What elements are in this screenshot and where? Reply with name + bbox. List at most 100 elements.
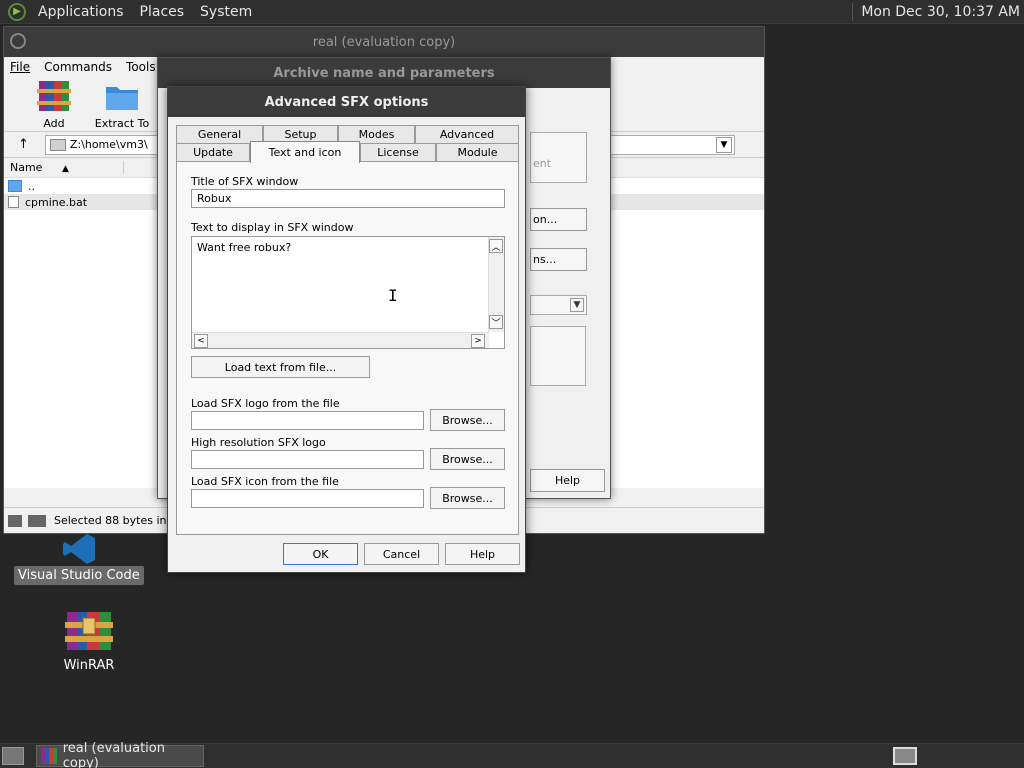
archive-help-button[interactable]: Help <box>530 469 605 492</box>
add-button[interactable]: Add <box>24 77 84 131</box>
hires-logo-label: High resolution SFX logo <box>191 436 326 449</box>
tab-update[interactable]: Update <box>176 143 250 161</box>
sfx-title-label: Title of SFX window <box>191 175 299 188</box>
sfx-titlebar[interactable]: Advanced SFX options <box>168 87 525 117</box>
show-desktop-icon[interactable] <box>2 747 24 765</box>
browse-label: Browse... <box>442 491 493 505</box>
archive-list-box <box>530 326 586 386</box>
sfx-tabs: General Setup Modes Advanced Update Text… <box>176 125 519 163</box>
bottom-taskbar: real (evaluation copy) <box>0 741 1024 768</box>
up-arrow-icon[interactable]: ↑ <box>18 137 29 152</box>
menu-system[interactable]: System <box>192 4 260 20</box>
sfx-text-area[interactable]: Want free robux? ︿ ﹀ < > <box>191 236 505 349</box>
tab-label: Modes <box>358 128 395 141</box>
archive-help-label: Help <box>554 474 581 487</box>
folder-icon <box>105 79 139 113</box>
vertical-scrollbar[interactable]: ︿ ﹀ <box>488 237 504 332</box>
cancel-label: Cancel <box>382 547 421 561</box>
menu-commands[interactable]: Commands <box>44 60 112 74</box>
file-name: .. <box>28 179 35 193</box>
file-name: cpmine.bat <box>25 195 88 209</box>
menu-places[interactable]: Places <box>132 4 193 20</box>
address-dropdown-icon[interactable]: ▼ <box>715 136 732 153</box>
desktop-icon-winrar[interactable]: WinRAR <box>58 608 120 673</box>
taskbar-window-button[interactable]: real (evaluation copy) <box>36 741 204 768</box>
menu-file[interactable]: File <box>10 60 30 74</box>
cancel-button[interactable]: Cancel <box>364 543 439 565</box>
winrar-icon <box>41 748 57 764</box>
tab-label: License <box>377 146 419 159</box>
tab-module[interactable]: Module <box>436 143 519 161</box>
add-label: Add <box>43 117 65 130</box>
clock[interactable]: Mon Dec 30, 10:37 AM <box>853 4 1024 20</box>
sfx-options-dialog: Advanced SFX options General Setup Modes… <box>167 86 526 573</box>
vscode-icon <box>59 534 99 564</box>
drive-status-icon[interactable] <box>8 514 46 527</box>
distro-logo-icon[interactable]: ▶ <box>8 2 26 21</box>
archive-option-label: ns... <box>533 253 557 266</box>
desktop-icon-vscode[interactable]: Visual Studio Code <box>14 534 144 585</box>
sfx-text-label: Text to display in SFX window <box>191 221 354 234</box>
tab-label: Text and icon <box>268 146 342 159</box>
tab-label: Advanced <box>439 128 495 141</box>
scroll-down-icon[interactable]: ﹀ <box>489 315 503 329</box>
sort-asc-icon: ▲ <box>61 164 69 174</box>
desktop-icon-label: WinRAR <box>63 658 115 673</box>
ok-button[interactable]: OK <box>283 543 358 565</box>
text-and-icon-panel: Title of SFX window Robux Text to displa… <box>176 161 519 535</box>
menu-tools[interactable]: Tools <box>126 60 156 74</box>
menu-applications[interactable]: Applications <box>30 4 132 20</box>
browse-icon-button[interactable]: Browse... <box>430 487 505 509</box>
address-text: Z:\home\vm3\ <box>69 138 148 151</box>
sfx-icon-input[interactable] <box>191 489 424 508</box>
tab-label: Update <box>193 146 233 159</box>
browse-logo-button[interactable]: Browse... <box>430 409 505 431</box>
desktop-icon-label: Visual Studio Code <box>14 566 144 585</box>
archive-option-button[interactable]: ns... <box>530 248 587 271</box>
tab-advanced[interactable]: Advanced <box>415 125 519 143</box>
archive-dialog-title: Archive name and parameters <box>273 65 495 81</box>
help-label: Help <box>469 547 496 561</box>
extract-to-button[interactable]: Extract To <box>84 77 160 131</box>
archive-select[interactable]: ▼ <box>530 295 587 315</box>
main-title: real (evaluation copy) <box>312 34 456 50</box>
browse-hires-button[interactable]: Browse... <box>430 448 505 470</box>
archive-option-button[interactable]: on... <box>530 208 587 231</box>
scroll-left-icon[interactable]: < <box>194 334 208 348</box>
taskbar-window-label: real (evaluation copy) <box>62 741 165 768</box>
text-cursor-icon: I <box>388 286 398 305</box>
add-archive-icon <box>37 79 71 113</box>
sfx-logo-label: Load SFX logo from the file <box>191 397 340 410</box>
column-name[interactable]: Name ▲ <box>4 161 124 174</box>
sfx-logo-input[interactable] <box>191 411 424 430</box>
scroll-right-icon[interactable]: > <box>471 334 485 348</box>
archive-option-text: ent <box>533 157 552 170</box>
workspace-switcher-icon[interactable] <box>893 747 917 765</box>
top-panel: ▶ Applications Places System Mon Dec 30,… <box>0 0 1024 24</box>
folder-icon <box>8 180 22 192</box>
tab-license[interactable]: License <box>360 143 436 161</box>
load-text-button[interactable]: Load text from file... <box>191 356 370 378</box>
window-menu-icon[interactable] <box>10 33 26 49</box>
browse-label: Browse... <box>442 452 493 466</box>
sfx-dialog-title: Advanced SFX options <box>264 94 429 110</box>
winrar-icon <box>65 608 113 652</box>
help-button[interactable]: Help <box>445 543 520 565</box>
sfx-text-content: Want free robux? <box>197 241 292 254</box>
archive-dialog-titlebar[interactable]: Archive name and parameters <box>158 58 610 88</box>
tab-label: Module <box>457 146 498 159</box>
sfx-icon-label: Load SFX icon from the file <box>191 475 339 488</box>
extract-to-label: Extract To <box>94 117 150 130</box>
archive-option-box: ent <box>530 132 587 183</box>
hires-logo-input[interactable] <box>191 450 424 469</box>
sfx-title-input[interactable]: Robux <box>191 189 505 208</box>
browse-label: Browse... <box>442 413 493 427</box>
scroll-up-icon[interactable]: ︿ <box>489 239 503 253</box>
chevron-down-icon: ▼ <box>570 298 584 312</box>
file-icon <box>8 196 19 208</box>
main-titlebar[interactable]: real (evaluation copy) <box>4 27 764 57</box>
column-name-label: Name <box>10 161 43 174</box>
load-text-label: Load text from file... <box>224 360 337 374</box>
horizontal-scrollbar[interactable]: < > <box>192 332 489 348</box>
tab-text-and-icon[interactable]: Text and icon <box>250 141 360 163</box>
